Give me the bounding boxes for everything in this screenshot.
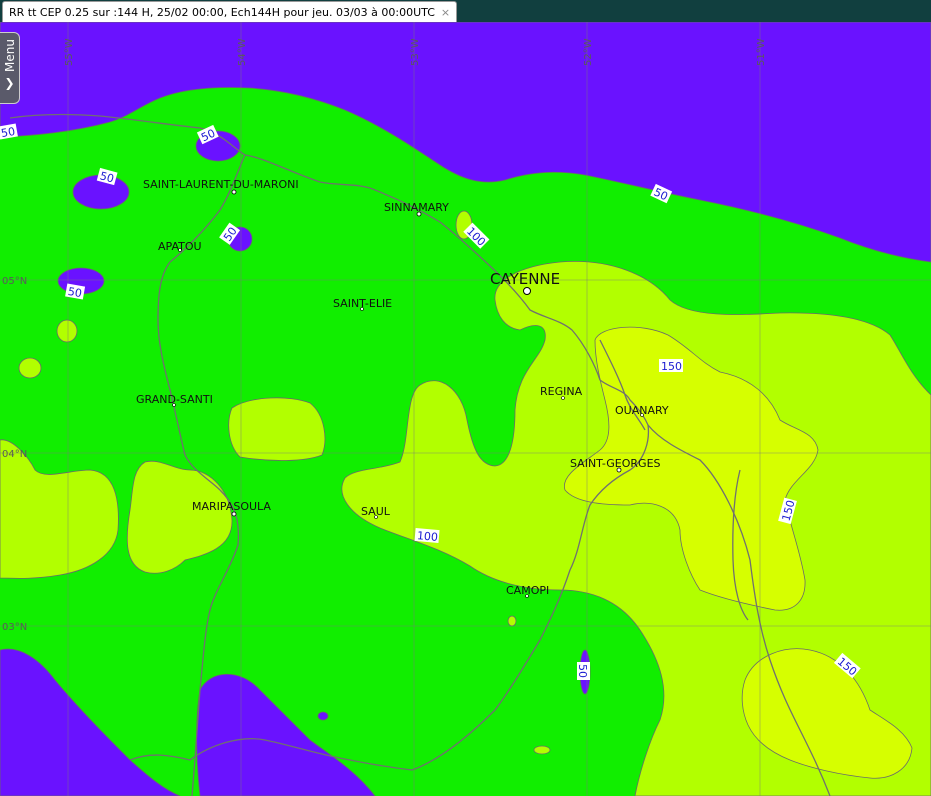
city-camopi[interactable]: CAMOPI	[506, 584, 549, 597]
city-sinnamary[interactable]: SINNAMARY	[384, 201, 449, 214]
lon-label: 52°W	[583, 38, 594, 66]
contour-label-50: 50	[67, 285, 83, 300]
city-apatou[interactable]: APATOU	[158, 240, 202, 253]
city-ouanary[interactable]: OUANARY	[615, 404, 669, 417]
lon-label: 55°W	[64, 38, 75, 66]
lat-label: 03°N	[2, 622, 27, 633]
city-saul[interactable]: SAUL	[361, 505, 391, 518]
lon-label: 53°W	[410, 38, 421, 66]
zone-100-150-blob	[533, 745, 551, 755]
zone-100-150-blob	[18, 357, 42, 379]
menu-label: Menu	[2, 39, 17, 72]
zone-lt50-blob	[317, 711, 329, 721]
lon-label: 51°W	[756, 38, 767, 66]
lon-label: 54°W	[237, 38, 248, 66]
close-tab-icon[interactable]: ×	[441, 6, 450, 19]
tab-bar: RR tt CEP 0.25 sur :144 H, 25/02 00:00, …	[0, 0, 931, 22]
lat-label: 05°N	[2, 276, 27, 287]
zone-100-150-blob	[56, 319, 78, 343]
contour-label-100: 100	[416, 529, 438, 544]
map-tab-title: RR tt CEP 0.25 sur :144 H, 25/02 00:00, …	[9, 5, 435, 19]
lat-label: 04°N	[2, 449, 27, 460]
precipitation-map[interactable]: 05°N 04°N 03°N 55°W 54°W 53°W 52°W 51°W …	[0, 22, 931, 796]
city-saint-laurent-du-maroni[interactable]: SAINT-LAURENT-DU-MARONI	[143, 178, 299, 191]
zone-100-150-blob	[507, 615, 517, 627]
chevron-right-icon: ❯	[4, 75, 15, 90]
menu-button[interactable]: Menu ❯	[0, 32, 20, 104]
map-tab[interactable]: RR tt CEP 0.25 sur :144 H, 25/02 00:00, …	[2, 1, 458, 22]
contour-label-150: 150	[661, 360, 682, 373]
zone-100-150-center	[228, 397, 326, 461]
city-cayenne[interactable]: CAYENNE	[490, 270, 560, 288]
city-saint-georges[interactable]: SAINT-GEORGES	[570, 457, 661, 470]
contour-label-50: 50	[576, 664, 589, 678]
city-grand-santi[interactable]: GRAND-SANTI	[136, 393, 213, 406]
city-regina[interactable]: REGINA	[540, 385, 583, 398]
city-maripasoula[interactable]: MARIPASOULA	[192, 500, 271, 513]
contour-label-50: 50	[0, 125, 16, 140]
city-saint-elie[interactable]: SAINT-ELIE	[333, 297, 392, 310]
